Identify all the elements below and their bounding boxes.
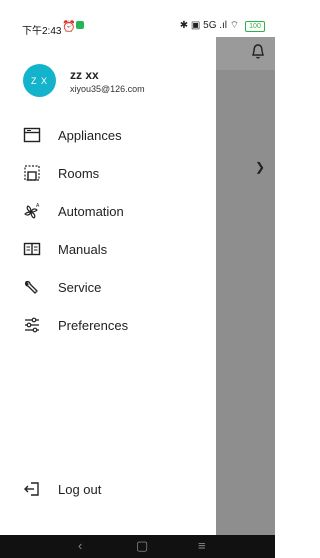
logout-icon bbox=[24, 482, 39, 496]
menu-item-automation[interactable]: A Automation bbox=[0, 196, 216, 226]
user-email: xiyou35@126.com bbox=[70, 84, 145, 94]
menu-item-label: Manuals bbox=[58, 241, 108, 257]
nav-home-button[interactable]: ▢ bbox=[136, 538, 148, 554]
navigation-drawer: Z X zz xx xiyou35@126.com Appliances Roo… bbox=[0, 37, 216, 535]
svg-text:A: A bbox=[36, 203, 40, 209]
logout-button[interactable]: Log out bbox=[0, 474, 216, 504]
menu-item-label: Automation bbox=[58, 203, 124, 219]
nav-back-button[interactable]: ‹ bbox=[78, 538, 82, 553]
chevron-right-icon[interactable]: ❯ bbox=[255, 160, 265, 174]
menu-item-preferences[interactable]: Preferences bbox=[0, 310, 216, 340]
rooms-icon bbox=[24, 165, 40, 181]
menu-item-label: Preferences bbox=[58, 317, 129, 333]
background-header bbox=[216, 37, 275, 70]
menu-item-service[interactable]: Service bbox=[0, 272, 216, 302]
avatar[interactable]: Z X bbox=[23, 64, 56, 97]
status-icons-text: ✱ ▣ 5G .ıl ⌔ bbox=[179, 20, 240, 31]
menu-item-label: Rooms bbox=[58, 165, 100, 181]
status-bar: 下午2:43 ⏰ ✱ ▣ 5G .ıl ⌔ 100 bbox=[0, 0, 275, 37]
manuals-icon bbox=[23, 242, 41, 256]
system-nav-bar: ‹ ▢ ≡ bbox=[0, 535, 275, 558]
status-time: 下午2:43 bbox=[22, 26, 62, 37]
service-icon bbox=[24, 280, 38, 294]
logout-label: Log out bbox=[58, 481, 102, 497]
automation-icon: A bbox=[24, 203, 40, 219]
nav-menu-button[interactable]: ≡ bbox=[198, 538, 206, 553]
menu-item-rooms[interactable]: Rooms bbox=[0, 158, 216, 188]
appliances-icon bbox=[23, 127, 41, 143]
preferences-icon bbox=[25, 317, 39, 333]
battery-icon: 100 bbox=[245, 21, 265, 32]
menu-item-label: Service bbox=[58, 279, 102, 295]
status-icons: ✱ ▣ 5G .ıl ⌔ 100 bbox=[180, 19, 265, 32]
bell-icon[interactable] bbox=[251, 44, 265, 60]
menu-item-appliances[interactable]: Appliances bbox=[0, 120, 216, 150]
app-notification-icon bbox=[76, 21, 84, 29]
menu-item-manuals[interactable]: Manuals bbox=[0, 234, 216, 264]
alarm-icon: ⏰ bbox=[62, 21, 76, 33]
menu-item-label: Appliances bbox=[58, 127, 122, 143]
user-name: zz xx bbox=[70, 68, 99, 82]
